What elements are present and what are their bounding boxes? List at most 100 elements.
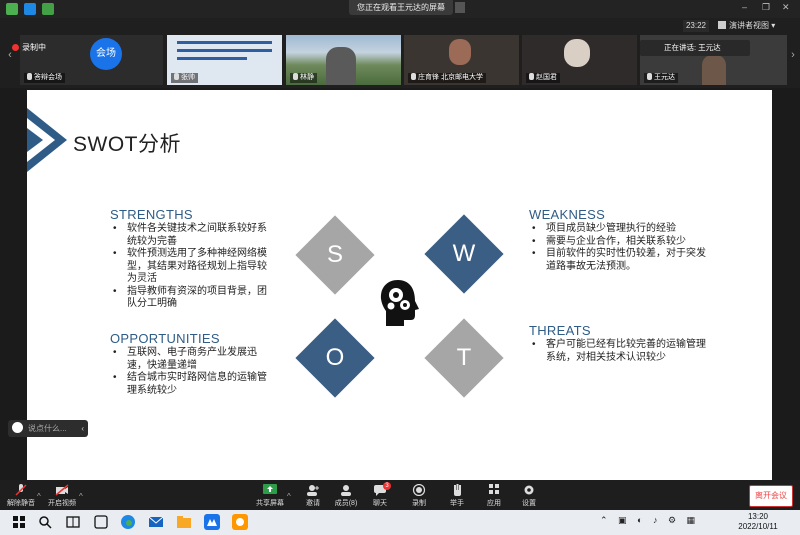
list-item: 互联网、电子商务产业发展迅速，快递量递增 [110, 347, 276, 372]
edge-browser-icon[interactable] [119, 513, 137, 531]
chat-button[interactable]: 聊天 3 [359, 482, 401, 508]
shield-icon[interactable] [24, 3, 36, 15]
viewing-banner-text: 您正在观看王元达的屏幕 [357, 3, 445, 12]
hand-icon [454, 484, 461, 496]
camera-off-icon [55, 484, 69, 496]
list-item: 项目成员缺少管理执行的经验 [529, 223, 709, 236]
share-screen-icon [263, 484, 277, 494]
clock-time: 13:20 [747, 512, 769, 521]
invite-label: 邀请 [306, 500, 320, 507]
chat-input[interactable]: 说点什么... ‹ [8, 420, 88, 437]
close-icon[interactable]: ✕ [782, 2, 790, 13]
viewing-banner: 您正在观看王元达的屏幕 [349, 0, 465, 15]
participant-name: 答辩会场 [24, 73, 65, 83]
record-icon [412, 484, 426, 496]
view-mode-label: 演讲者视图 [729, 21, 769, 30]
settings-label: 设置 [522, 500, 536, 507]
list-item: 目前软件的实时性仍较差，对于突发道路事故无法预测。 [529, 248, 709, 273]
mic-muted-icon [15, 484, 27, 496]
participant-name: 林静 [290, 73, 317, 83]
meeting-app-icon[interactable] [203, 513, 221, 531]
record-button[interactable]: 录制 [398, 484, 440, 508]
participants-icon [341, 485, 351, 496]
mute-label: 解除静音 [7, 500, 35, 507]
mic-icon [27, 73, 32, 80]
threats-list: 客户可能已经有比较完善的运输管理系统，对相关技术认识较少 [529, 339, 709, 364]
list-item: 需要与企业合作，相关联系较少 [529, 236, 709, 249]
layout-icon [718, 21, 726, 29]
weakness-list: 项目成员缺少管理执行的经验 需要与企业合作，相关联系较少 目前软件的实时性仍较差… [529, 223, 709, 273]
participant-name: 张帅 [171, 73, 198, 83]
active-speaker-label: 正在讲话: 王元达 [640, 40, 750, 56]
slide-thumbnail-line [177, 41, 272, 44]
recording-indicator: 录制中 [12, 42, 46, 53]
share-screen-button[interactable]: 共享屏幕 [249, 484, 291, 508]
video-options-caret[interactable]: ^ [79, 492, 83, 501]
emoji-icon[interactable] [12, 422, 23, 433]
mail-icon[interactable] [147, 513, 165, 531]
minimize-icon[interactable]: – [742, 2, 747, 12]
chevron-decoration-icon [27, 108, 67, 172]
w-letter: W [452, 240, 476, 267]
taskbar-clock[interactable]: 13:20 2022/10/11 [728, 512, 788, 532]
widgets-icon[interactable] [92, 513, 110, 531]
person-silhouette [449, 39, 471, 65]
list-item: 结合城市实时路网信息的运输管理系统较少 [110, 372, 276, 397]
threats-heading: THREATS [529, 323, 591, 338]
screen: 您正在观看王元达的屏幕 – ❐ ✕ 23:22 演讲者视图 ▾ ‹ › 答辩会场… [0, 0, 800, 535]
slide-thumbnail-line [177, 49, 272, 52]
browser-app-icon[interactable] [231, 513, 249, 531]
banner-options-icon[interactable] [455, 2, 465, 13]
list-item: 客户可能已经有比较完善的运输管理系统，对相关技术认识较少 [529, 339, 709, 364]
meeting-info-icon[interactable] [6, 3, 18, 15]
t-letter: T [456, 344, 472, 371]
mic-icon [647, 73, 652, 80]
mic-icon [174, 73, 179, 80]
view-mode-button[interactable]: 演讲者视图 ▾ [718, 20, 780, 32]
share-options-caret[interactable]: ^ [287, 492, 291, 501]
signal-icon[interactable] [42, 3, 54, 15]
system-tray[interactable]: ⌃ ▣ ◐ ♪ ⚙ ▦ [600, 515, 699, 526]
video-button[interactable]: 开启视频 [41, 484, 83, 508]
meeting-timer: 23:22 [683, 20, 709, 32]
list-item: 软件预测选用了多种神经网络模型，其结果对路径规划上指导较为灵活 [110, 248, 276, 286]
participant-tile[interactable]: 庄育锋 北京邮电大学 [404, 35, 519, 85]
apps-label: 应用 [487, 500, 501, 507]
participant-name: 赵国君 [526, 73, 560, 83]
opportunities-list: 互联网、电子商务产业发展迅速，快递量递增 结合城市实时路网信息的运输管理系统较少 [110, 347, 276, 397]
file-explorer-icon[interactable] [175, 513, 193, 531]
participant-name: 庄育锋 北京邮电大学 [408, 73, 486, 83]
windows-start-icon[interactable] [10, 513, 28, 531]
record-label: 录制 [412, 500, 426, 507]
mic-icon [529, 73, 534, 80]
mic-icon [411, 73, 416, 80]
list-item: 指导教师有资深的项目背景，团队分工明确 [110, 286, 276, 311]
restore-icon[interactable]: ❐ [762, 2, 770, 13]
share-screen-label: 共享屏幕 [256, 500, 284, 507]
participant-name: 王元达 [644, 73, 678, 83]
gallery-next-arrow[interactable]: › [788, 45, 798, 65]
chat-badge: 3 [383, 482, 391, 490]
participants-label: 成员(8) [334, 500, 358, 507]
leave-meeting-button[interactable]: 离开会议 [749, 485, 793, 507]
video-label: 开启视频 [48, 500, 76, 507]
raise-hand-button[interactable]: 举手 [436, 484, 478, 508]
chat-placeholder: 说点什么... [28, 424, 67, 433]
slide-thumbnail-line [177, 57, 247, 60]
person-silhouette [326, 47, 356, 85]
settings-button[interactable]: 设置 [508, 484, 550, 508]
participant-tile[interactable]: 赵国君 [522, 35, 637, 85]
gear-icon [524, 485, 534, 495]
strengths-list: 软件各关键技术之间联系较好系统较为完善 软件预测选用了多种神经网络模型，其结果对… [110, 223, 276, 311]
invite-icon [307, 485, 319, 496]
participant-tile[interactable]: 林静 [286, 35, 401, 85]
collapse-chevron-icon[interactable]: ‹ [81, 420, 84, 437]
o-letter: O [325, 344, 345, 371]
participant-tile[interactable]: 张帅 [167, 35, 282, 85]
task-view-icon[interactable] [64, 513, 82, 531]
search-icon[interactable] [36, 513, 54, 531]
mute-button[interactable]: 解除静音 [0, 484, 42, 508]
person-silhouette [702, 55, 726, 85]
weakness-heading: WEAKNESS [529, 207, 606, 222]
strengths-heading: STRENGTHS [110, 207, 193, 222]
